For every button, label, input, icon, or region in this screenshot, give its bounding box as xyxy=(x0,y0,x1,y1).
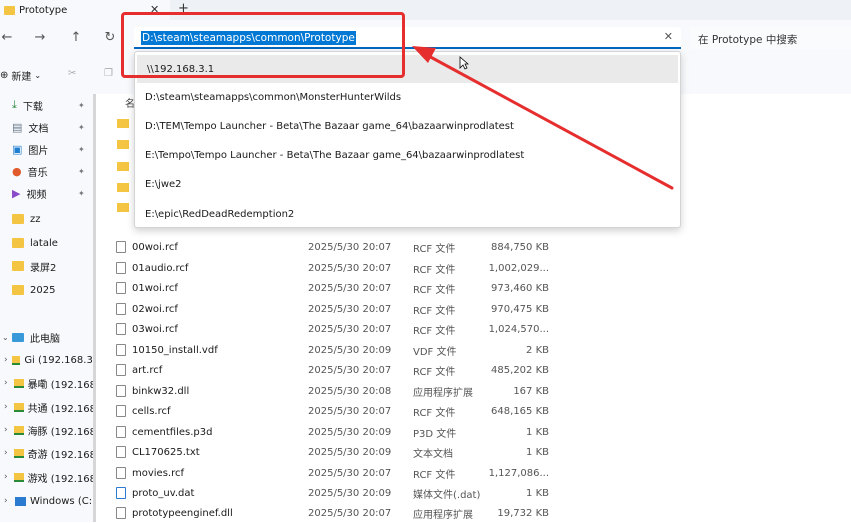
annotation-arrow xyxy=(412,46,674,190)
mouse-cursor-icon xyxy=(459,56,469,70)
